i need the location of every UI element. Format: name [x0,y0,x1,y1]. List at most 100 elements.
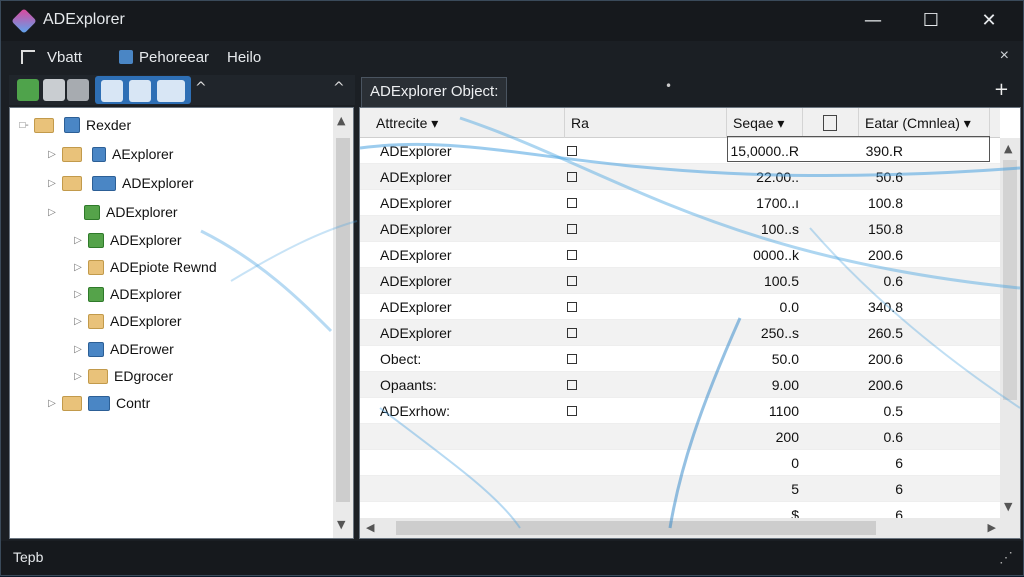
value2-cell[interactable]: 0.6 [859,424,903,450]
value2-cell[interactable]: 0.5 [859,398,903,424]
value-cell[interactable]: 22.00.. [727,164,799,190]
tree-scroll-thumb[interactable] [336,138,350,502]
table-row[interactable]: ADExplorer 250..s 260.5 [360,320,1000,346]
expand-icon[interactable]: ▷ [72,316,84,327]
expand-icon[interactable]: ▷ [46,398,58,409]
refresh-icon[interactable] [17,79,39,101]
scroll-down-icon[interactable]: ▼ [337,518,345,531]
menu-close-icon[interactable]: × [1000,47,1009,65]
tree-item[interactable]: □- Rexder [18,114,131,136]
row-checkbox[interactable] [567,302,577,312]
table-row[interactable]: ADExrhow: 1100 0.5 [360,398,1000,424]
value-cell[interactable]: 0.0 [727,294,799,320]
value2-cell[interactable]: 150.8 [859,216,903,242]
attribute-name-cell[interactable]: ADExplorer [380,216,452,242]
minimize-button[interactable]: — [853,7,893,35]
collapse-icon[interactable]: □- [18,120,30,131]
value-cell[interactable]: 1700..ı [727,190,799,216]
expand-icon[interactable]: ▷ [72,344,84,355]
tab-adexplorer-object[interactable]: ADExplorer Object: [361,77,508,107]
column-header-eatar[interactable]: Eatar (Cmnlea) ▾ [859,108,990,138]
user-tool-icon[interactable] [101,80,123,102]
value2-cell[interactable]: 200.6 [859,372,903,398]
tree-item[interactable]: ▷ ADEpiote Rewnd [72,256,216,278]
column-header-ra[interactable]: Ra [565,108,727,138]
row-checkbox[interactable] [567,224,577,234]
row-checkbox[interactable] [567,172,577,182]
attribute-name-cell[interactable]: ADExplorer [380,268,452,294]
table-row[interactable]: ADExplorer 22.00.. 50.6 [360,164,1000,190]
tree-item[interactable]: ▷ ADExplorer [72,229,181,251]
save-icon[interactable] [67,79,89,101]
attribute-name-cell[interactable]: ADExplorer [380,294,452,320]
value-cell[interactable]: 1100 [727,398,799,424]
table-row[interactable]: Opaants: 9.00 200.6 [360,372,1000,398]
row-checkbox[interactable] [567,198,577,208]
maximize-button[interactable]: ☐ [911,7,951,35]
attribute-name-cell[interactable]: Opaants: [380,372,437,398]
row-checkbox[interactable] [567,250,577,260]
value2-cell[interactable]: 50.6 [859,164,903,190]
table-row[interactable]: 200 0.6 [360,424,1000,450]
grid-hscroll-thumb[interactable] [396,521,876,535]
expand-icon[interactable]: ▷ [46,207,58,218]
row-checkbox[interactable] [567,146,577,156]
table-row[interactable]: ADExplorer 0.0 340.8 [360,294,1000,320]
value-cell[interactable]: 50.0 [727,346,799,372]
value2-cell[interactable]: 200.6 [859,242,903,268]
table-row[interactable]: ADExplorer 0000..k 200.6 [360,242,1000,268]
value-cell[interactable]: 200 [727,424,799,450]
toolbar-active-group[interactable] [95,76,191,104]
expand-icon[interactable]: ▷ [72,289,84,300]
resize-grip-icon[interactable]: ⋰ [999,549,1013,566]
column-header-icon[interactable] [803,108,859,138]
attribute-name-cell[interactable]: Obect: [380,346,421,372]
value2-cell[interactable]: 0.6 [859,268,903,294]
column-header-attribute[interactable]: Attrecite ▾ [360,108,565,138]
compare-icon[interactable] [129,80,151,102]
tree-item[interactable]: ▷ ADErower [72,338,174,360]
tree-item[interactable]: ▷ Contr [46,392,150,414]
tree-item[interactable]: ▷ ADExplorer [72,283,181,305]
tree-item[interactable]: ▷ AExplorer [46,143,173,165]
expand-icon[interactable]: ▷ [46,178,58,189]
value2-cell[interactable]: 200.6 [859,346,903,372]
scroll-down-icon[interactable]: ▼ [1004,500,1012,513]
table-row[interactable]: 56 [360,476,1000,502]
window-icon[interactable] [157,80,185,102]
expand-icon[interactable]: ▷ [72,262,84,273]
menu-item-vbatt[interactable]: Vbatt [21,49,82,66]
expand-icon[interactable]: ▷ [72,235,84,246]
value2-cell[interactable]: 100.8 [859,190,903,216]
tree-item[interactable]: ▷ ADExplorer [46,172,193,194]
value2-cell[interactable]: 340.8 [859,294,903,320]
scroll-right-icon[interactable]: ▶ [988,521,996,534]
value-cell[interactable]: 9.00 [727,372,799,398]
value-cell[interactable]: 0 [727,450,799,476]
table-row[interactable]: ADExplorer 100..s 150.8 [360,216,1000,242]
expand-icon[interactable]: ▷ [72,371,84,382]
open-icon[interactable] [43,79,65,101]
value-cell[interactable]: 100.5 [727,268,799,294]
value2-cell[interactable]: 6 [859,476,903,502]
attribute-name-cell[interactable]: ADExrhow: [380,398,450,424]
value2-cell[interactable]: 260.5 [859,320,903,346]
row-checkbox[interactable] [567,380,577,390]
table-row[interactable]: 06 [360,450,1000,476]
scroll-left-icon[interactable]: ◀ [366,521,374,534]
tree-item[interactable]: ▷ ADExplorer [72,310,181,332]
value-cell[interactable]: 250..s [727,320,799,346]
attribute-name-cell[interactable]: ADExplorer [380,190,452,216]
panel-collapse-icon[interactable]: ^ [333,80,345,96]
value2-cell[interactable]: 6 [859,450,903,476]
table-row[interactable]: ADExplorer 100.5 0.6 [360,268,1000,294]
grid-scroll-thumb[interactable] [1003,160,1017,400]
close-button[interactable]: ✕ [969,7,1009,35]
table-row[interactable]: ADExplorer 1700..ı 100.8 [360,190,1000,216]
column-header-seqae[interactable]: Seqae ▾ [727,108,803,138]
attribute-name-cell[interactable]: ADExplorer [380,242,452,268]
expand-icon[interactable]: ▷ [46,149,58,160]
menu-item-pehoreear[interactable]: Pehoreear [119,49,209,66]
value-cell[interactable]: 100..s [727,216,799,242]
table-row[interactable]: Obect: 50.0 200.6 [360,346,1000,372]
